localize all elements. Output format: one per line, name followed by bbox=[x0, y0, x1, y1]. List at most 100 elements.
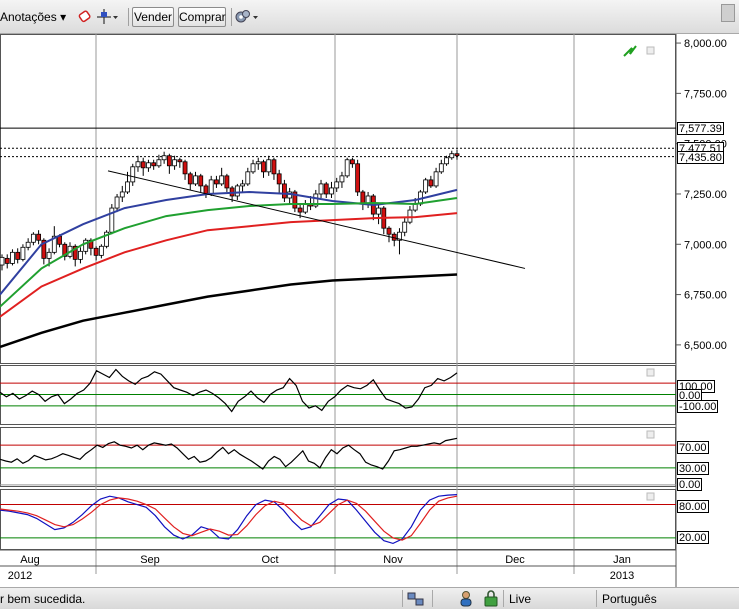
candle-body bbox=[161, 155, 167, 161]
candle-body bbox=[454, 153, 460, 157]
candle-body bbox=[318, 183, 324, 195]
price-level-label: 7,435.80 bbox=[677, 150, 724, 164]
x-tick-label: Aug bbox=[20, 554, 40, 566]
candle-body bbox=[255, 161, 261, 165]
window-control-button[interactable] bbox=[721, 4, 735, 22]
candle-body bbox=[135, 161, 141, 168]
candle-body bbox=[98, 245, 104, 256]
candle-body bbox=[146, 162, 151, 169]
candle-body bbox=[10, 251, 15, 264]
y-tick-label: 6,500.00 bbox=[684, 340, 727, 352]
candle-body bbox=[360, 191, 366, 205]
candle-body bbox=[323, 183, 329, 195]
candle-body bbox=[203, 185, 209, 195]
candle-body bbox=[350, 159, 355, 165]
candle-body bbox=[339, 175, 345, 183]
candle-body bbox=[193, 175, 198, 185]
candle-body bbox=[250, 163, 256, 173]
candle-body bbox=[20, 246, 26, 260]
candle-body bbox=[4, 257, 10, 264]
candle-body bbox=[245, 171, 251, 185]
candle-body bbox=[187, 173, 193, 185]
candle-body bbox=[0, 256, 5, 266]
candle-body bbox=[151, 162, 157, 167]
candle-body bbox=[15, 251, 21, 260]
panel-close-icon bbox=[646, 430, 655, 439]
y-tick-label: 8,000.00 bbox=[684, 38, 727, 50]
candle-body bbox=[266, 159, 272, 173]
sell-button[interactable]: Vender bbox=[132, 7, 174, 27]
candle-body bbox=[119, 191, 125, 198]
x-tick-label: Nov bbox=[383, 554, 403, 566]
candle-body bbox=[386, 227, 392, 235]
candle-body bbox=[271, 159, 277, 175]
candle-body bbox=[276, 173, 282, 185]
status-separator bbox=[402, 590, 403, 607]
candle-body bbox=[30, 233, 36, 243]
candle-body bbox=[297, 207, 303, 213]
chart-area[interactable]: 6,500.006,750.007,000.007,250.007,500.00… bbox=[0, 34, 739, 587]
level-label: 30.00 bbox=[677, 462, 709, 475]
toolbar: Anotações ▾ Vender Comprar bbox=[0, 0, 739, 34]
level-label: 70.00 bbox=[677, 441, 709, 454]
user-icon bbox=[460, 591, 472, 607]
candle-body bbox=[449, 153, 455, 159]
candle-body bbox=[428, 179, 434, 187]
candle-body bbox=[78, 250, 83, 260]
candle-body bbox=[166, 155, 172, 167]
annotations-menu[interactable]: Anotações ▾ bbox=[0, 7, 66, 27]
candle-body bbox=[344, 159, 350, 177]
candle-body bbox=[156, 159, 162, 167]
gear-cluster-icon[interactable] bbox=[234, 9, 260, 25]
candle-body bbox=[46, 251, 52, 259]
y-tick-label: 7,000.00 bbox=[684, 239, 727, 251]
y-tick-label: 7,250.00 bbox=[684, 189, 727, 201]
year-label: 2013 bbox=[610, 570, 634, 582]
level-label: 0.00 bbox=[677, 478, 703, 491]
candle-body bbox=[198, 175, 204, 187]
status-bar: r bem sucedida. Live Português bbox=[0, 587, 739, 609]
candle-body bbox=[25, 241, 31, 248]
toolbar-separator bbox=[231, 8, 232, 26]
status-separator bbox=[596, 590, 597, 607]
candle-body bbox=[407, 209, 413, 223]
candle-body bbox=[177, 159, 183, 163]
status-message: r bem sucedida. bbox=[0, 592, 86, 606]
candle-body bbox=[208, 179, 214, 195]
candle-body bbox=[302, 203, 308, 213]
candle-body bbox=[402, 221, 408, 233]
chart-background bbox=[0, 34, 739, 587]
panel-close-icon bbox=[646, 492, 655, 501]
candle-body bbox=[376, 207, 381, 215]
candle-body bbox=[172, 159, 177, 167]
buy-button[interactable]: Comprar bbox=[178, 7, 226, 27]
candle-body bbox=[57, 235, 62, 245]
crosshair-icon[interactable] bbox=[96, 9, 118, 25]
candle-body bbox=[219, 175, 225, 185]
candle-body bbox=[240, 183, 245, 187]
eraser-icon[interactable] bbox=[78, 9, 92, 23]
language-status: Português bbox=[602, 592, 657, 606]
x-tick-label: Oct bbox=[261, 554, 278, 566]
network-icon bbox=[407, 592, 424, 606]
x-tick-label: Jan bbox=[613, 554, 631, 566]
lock-icon bbox=[484, 590, 498, 607]
candle-body bbox=[355, 163, 361, 193]
annotations-label: Anotações bbox=[0, 10, 57, 24]
chevron-down-icon: ▾ bbox=[60, 10, 67, 24]
y-tick-label: 6,750.00 bbox=[684, 290, 727, 302]
year-label: 2012 bbox=[8, 570, 32, 582]
candle-body bbox=[214, 179, 219, 185]
connection-status: Live bbox=[509, 592, 532, 606]
candle-body bbox=[140, 161, 146, 169]
candle-body bbox=[130, 166, 136, 183]
candle-body bbox=[438, 163, 444, 173]
candle-body bbox=[334, 181, 340, 189]
panel-close-icon bbox=[646, 46, 655, 55]
candle-body bbox=[423, 179, 429, 193]
price-level-label: 7,577.39 bbox=[677, 122, 724, 136]
status-separator bbox=[432, 590, 433, 607]
panel-close-icon bbox=[646, 368, 655, 377]
candle-body bbox=[93, 247, 99, 256]
candle-body bbox=[182, 161, 188, 175]
